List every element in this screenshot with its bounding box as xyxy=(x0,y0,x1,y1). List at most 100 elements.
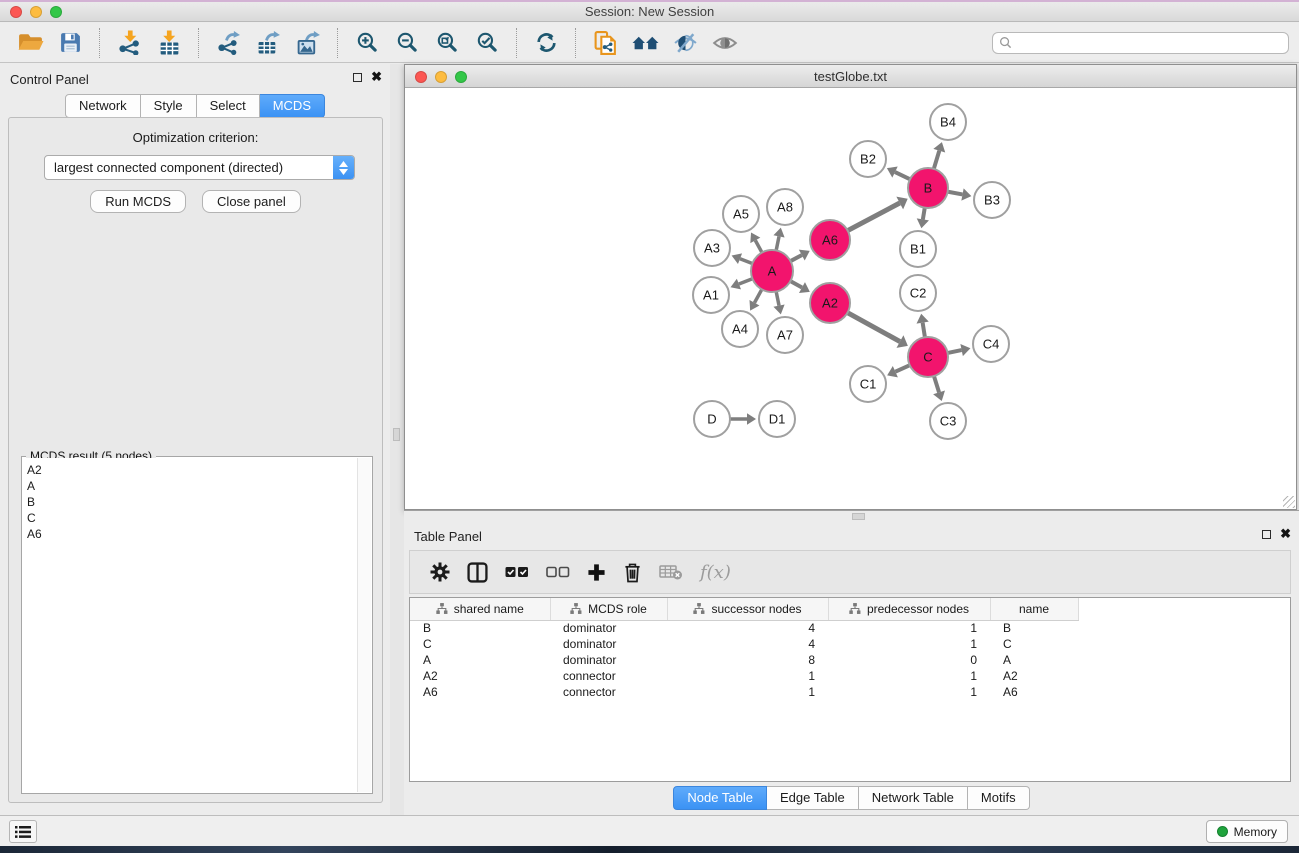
network-window-titlebar[interactable]: testGlobe.txt xyxy=(405,65,1296,88)
export-image-button[interactable] xyxy=(288,26,328,60)
table-row[interactable]: A6connector 11 A6 xyxy=(410,684,1078,700)
edge-C-C4[interactable] xyxy=(947,350,962,353)
column-header-mcds-role[interactable]: MCDS role xyxy=(550,598,667,620)
window-controls xyxy=(10,6,62,18)
zoom-out-button[interactable] xyxy=(387,26,427,60)
network-canvas[interactable]: B4B2BB3B1A5A8A6A3AA1A2A4A7C2CC4C1C3DD1 xyxy=(405,89,1296,509)
tab-mcds[interactable]: MCDS xyxy=(260,94,325,118)
search-input[interactable] xyxy=(1016,35,1282,51)
memory-button[interactable]: Memory xyxy=(1206,820,1288,843)
minimize-window-button[interactable] xyxy=(30,6,42,18)
function-builder-button-disabled[interactable]: f(x) xyxy=(700,562,731,583)
close-panel-icon[interactable]: ✖ xyxy=(1280,529,1291,539)
tab-style[interactable]: Style xyxy=(141,94,197,118)
export-network-icon xyxy=(216,30,241,55)
clone-network-icon xyxy=(593,30,618,56)
edge-A-A6[interactable] xyxy=(790,255,802,261)
zoom-window-button[interactable] xyxy=(50,6,62,18)
result-item[interactable]: A6 xyxy=(27,526,357,542)
node-label-B3: B3 xyxy=(984,193,1000,208)
clone-network-button[interactable] xyxy=(585,26,625,60)
result-item[interactable]: B xyxy=(27,494,357,510)
close-network-button[interactable] xyxy=(415,71,427,83)
table-row[interactable]: Bdominator 41 B xyxy=(410,620,1078,636)
tab-network-table[interactable]: Network Table xyxy=(859,786,968,810)
tab-select[interactable]: Select xyxy=(197,94,260,118)
search-icon xyxy=(999,36,1012,49)
tab-network[interactable]: Network xyxy=(65,94,141,118)
open-session-button[interactable] xyxy=(10,26,50,60)
edge-A-A5[interactable] xyxy=(755,240,762,253)
refresh-layout-button[interactable] xyxy=(526,26,566,60)
close-window-button[interactable] xyxy=(10,6,22,18)
search-box[interactable] xyxy=(992,32,1289,54)
column-header-successor-nodes[interactable]: successor nodes xyxy=(667,598,828,620)
edge-A2-C[interactable] xyxy=(847,312,900,341)
delete-table-button-disabled[interactable] xyxy=(659,564,683,580)
edge-C-C2[interactable] xyxy=(923,323,925,339)
result-item[interactable]: A2 xyxy=(27,462,357,478)
show-hide-panels-button[interactable] xyxy=(705,26,745,60)
edge-A-A3[interactable] xyxy=(740,259,753,264)
create-column-button[interactable] xyxy=(587,563,606,582)
table-row[interactable]: Adominator 80 A xyxy=(410,652,1078,668)
zoom-in-button[interactable] xyxy=(347,26,387,60)
zoom-selected-button[interactable] xyxy=(467,26,507,60)
zoom-fit-button[interactable] xyxy=(427,26,467,60)
result-item[interactable]: C xyxy=(27,510,357,526)
node-label-A6: A6 xyxy=(822,233,838,248)
table-settings-button[interactable] xyxy=(430,562,450,582)
minimize-network-button[interactable] xyxy=(435,71,447,83)
import-table-button[interactable] xyxy=(149,26,189,60)
export-table-button[interactable] xyxy=(248,26,288,60)
import-network-button[interactable] xyxy=(109,26,149,60)
task-history-button[interactable] xyxy=(9,820,37,843)
zoom-network-button[interactable] xyxy=(455,71,467,83)
mcds-result-list[interactable]: A2 A B C A6 xyxy=(23,458,357,792)
delete-column-button[interactable] xyxy=(623,562,642,583)
edge-B-B4[interactable] xyxy=(934,151,940,170)
zoom-out-icon xyxy=(396,31,419,54)
column-header-shared-name[interactable]: shared name xyxy=(410,598,550,620)
edge-A-A4[interactable] xyxy=(754,289,762,303)
float-panel-icon[interactable] xyxy=(353,73,362,82)
column-header-predecessor-nodes[interactable]: predecessor nodes xyxy=(828,598,990,620)
result-item[interactable]: A xyxy=(27,478,357,494)
node-label-B1: B1 xyxy=(910,242,926,257)
tab-node-table[interactable]: Node Table xyxy=(673,786,767,810)
export-network-button[interactable] xyxy=(208,26,248,60)
edge-B-B2[interactable] xyxy=(895,172,911,180)
table-row[interactable]: Cdominator 41 C xyxy=(410,636,1078,652)
panel-splitter-vertical[interactable] xyxy=(390,64,404,815)
edge-A-A7[interactable] xyxy=(776,291,779,306)
edge-A-A1[interactable] xyxy=(739,278,753,284)
criterion-dropdown[interactable]: largest connected component (directed) xyxy=(44,155,355,180)
result-list-scrollbar[interactable] xyxy=(357,458,371,792)
table-row[interactable]: A2connector 11 A2 xyxy=(410,668,1078,684)
tab-motifs[interactable]: Motifs xyxy=(968,786,1030,810)
close-panel-icon[interactable]: ✖ xyxy=(371,72,382,82)
edge-A-A2[interactable] xyxy=(790,281,802,288)
edge-A-A8[interactable] xyxy=(776,236,779,251)
tab-edge-table[interactable]: Edge Table xyxy=(767,786,859,810)
float-panel-icon[interactable] xyxy=(1262,530,1271,539)
select-all-columns-button[interactable] xyxy=(505,566,529,578)
splitter-grip[interactable] xyxy=(393,428,400,441)
splitter-grip[interactable] xyxy=(852,513,865,520)
node-table[interactable]: shared name MCDS role successor nodes pr… xyxy=(409,597,1291,782)
edge-B-B3[interactable] xyxy=(947,192,963,195)
save-session-button[interactable] xyxy=(50,26,90,60)
resize-grip-icon[interactable] xyxy=(1283,496,1295,508)
edge-A6-B[interactable] xyxy=(847,203,900,231)
panel-splitter-horizontal[interactable] xyxy=(404,510,1299,521)
edge-C-C1[interactable] xyxy=(895,365,910,372)
column-header-name[interactable]: name xyxy=(990,598,1078,620)
show-columns-button[interactable] xyxy=(467,562,488,583)
close-panel-button[interactable]: Close panel xyxy=(202,190,301,213)
run-mcds-button[interactable]: Run MCDS xyxy=(90,190,186,213)
network-graph[interactable]: B4B2BB3B1A5A8A6A3AA1A2A4A7C2CC4C1C3DD1 xyxy=(405,89,1296,509)
show-all-networks-button[interactable] xyxy=(625,26,665,60)
edge-C-C3[interactable] xyxy=(934,375,939,392)
toggle-graphics-details-button[interactable] xyxy=(665,26,705,60)
deselect-all-columns-button[interactable] xyxy=(546,566,570,578)
